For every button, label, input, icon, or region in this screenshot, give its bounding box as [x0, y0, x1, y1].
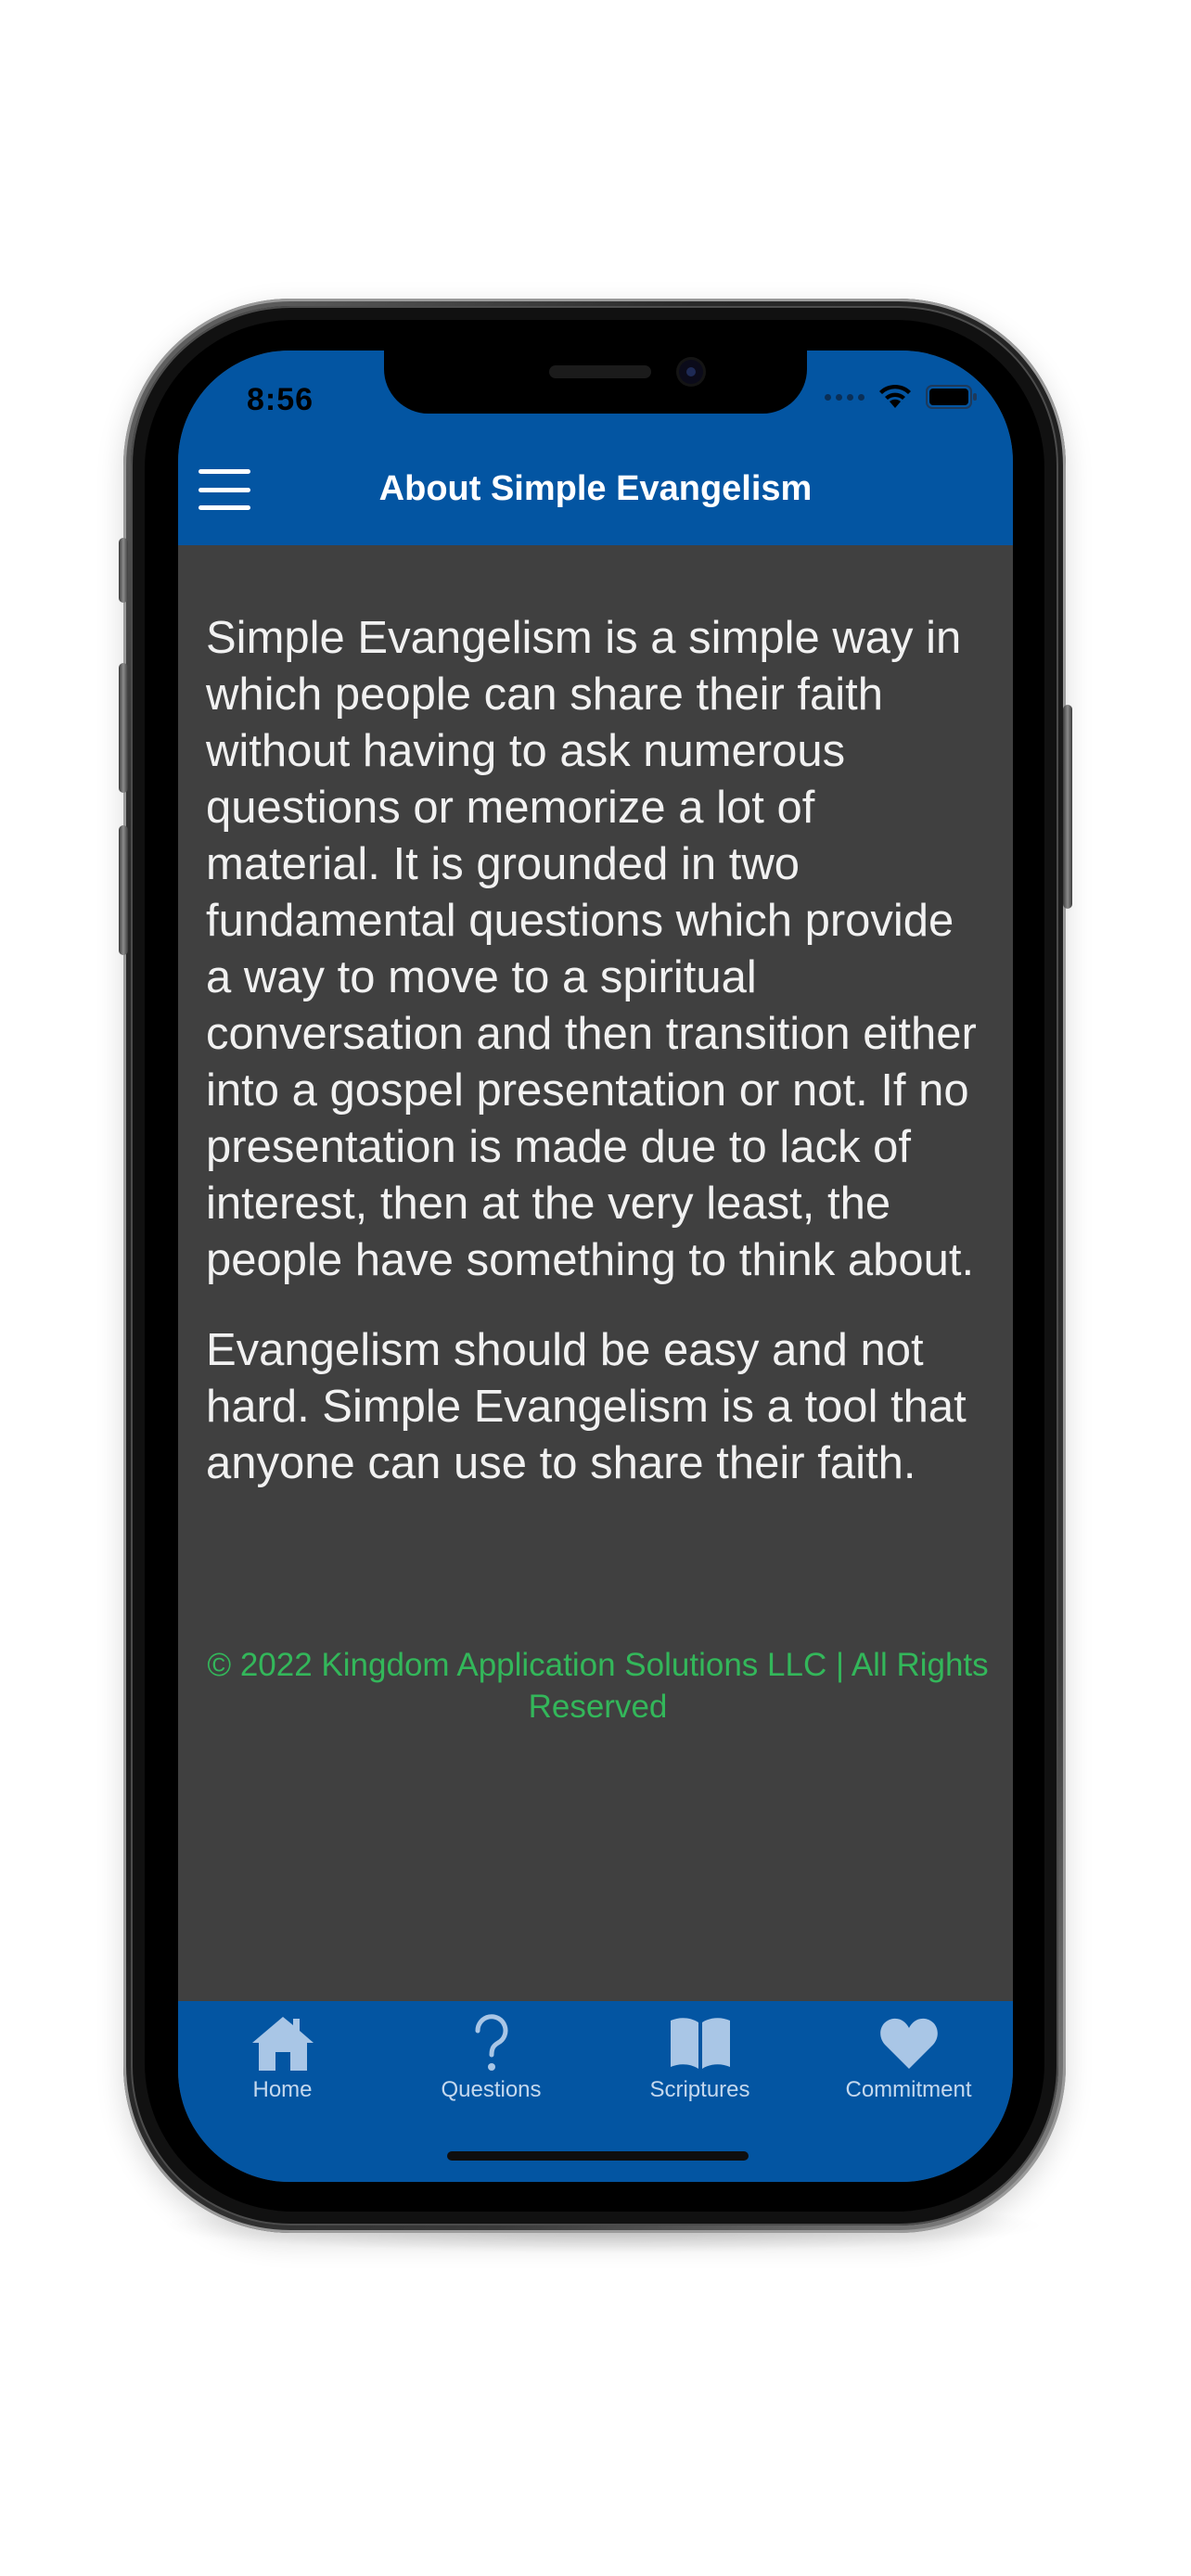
tab-label: Scriptures	[649, 2077, 750, 2102]
page-title: About Simple Evangelism	[378, 469, 813, 508]
copyright-notice: © 2022 Kingdom Application Solutions LLC…	[207, 1647, 989, 1725]
tab-label: Home	[252, 2077, 313, 2102]
heart-icon	[875, 2012, 943, 2073]
cellular-signal-icon	[825, 393, 864, 401]
home-icon	[249, 2012, 317, 2073]
silent-switch	[119, 538, 128, 603]
home-indicator[interactable]	[447, 2151, 749, 2161]
book-icon	[666, 2012, 735, 2073]
wifi-icon	[877, 384, 913, 410]
tab-label: Commitment	[845, 2077, 972, 2102]
tab-home[interactable]: Home	[178, 2001, 387, 2131]
battery-icon	[926, 384, 978, 410]
about-paragraph: Simple Evangelism is a simple way in whi…	[206, 613, 977, 1285]
tab-bar: Home Questions Scriptures Commitment	[178, 2001, 1013, 2182]
volume-up-button	[119, 663, 128, 793]
tab-scriptures[interactable]: Scriptures	[596, 2001, 804, 2131]
earpiece-speaker	[549, 365, 651, 378]
front-camera	[679, 360, 703, 384]
device-notch	[384, 351, 807, 414]
app-screen: 8:56 About Simple Evangelism Simple Evan…	[178, 351, 1013, 2182]
tab-commitment[interactable]: Commitment	[804, 2001, 1013, 2131]
question-mark-icon	[457, 2012, 526, 2073]
about-content: Simple Evangelism is a simple way in whi…	[206, 610, 990, 1525]
volume-down-button	[119, 825, 128, 955]
tab-label: Questions	[441, 2077, 542, 2102]
power-button	[1063, 705, 1072, 909]
status-time: 8:56	[247, 382, 314, 417]
about-paragraph: Evangelism should be easy and not hard. …	[206, 1325, 967, 1488]
stage: 8:56 About Simple Evangelism Simple Evan…	[0, 0, 1191, 2576]
tab-questions[interactable]: Questions	[387, 2001, 596, 2131]
status-icons	[825, 384, 978, 410]
